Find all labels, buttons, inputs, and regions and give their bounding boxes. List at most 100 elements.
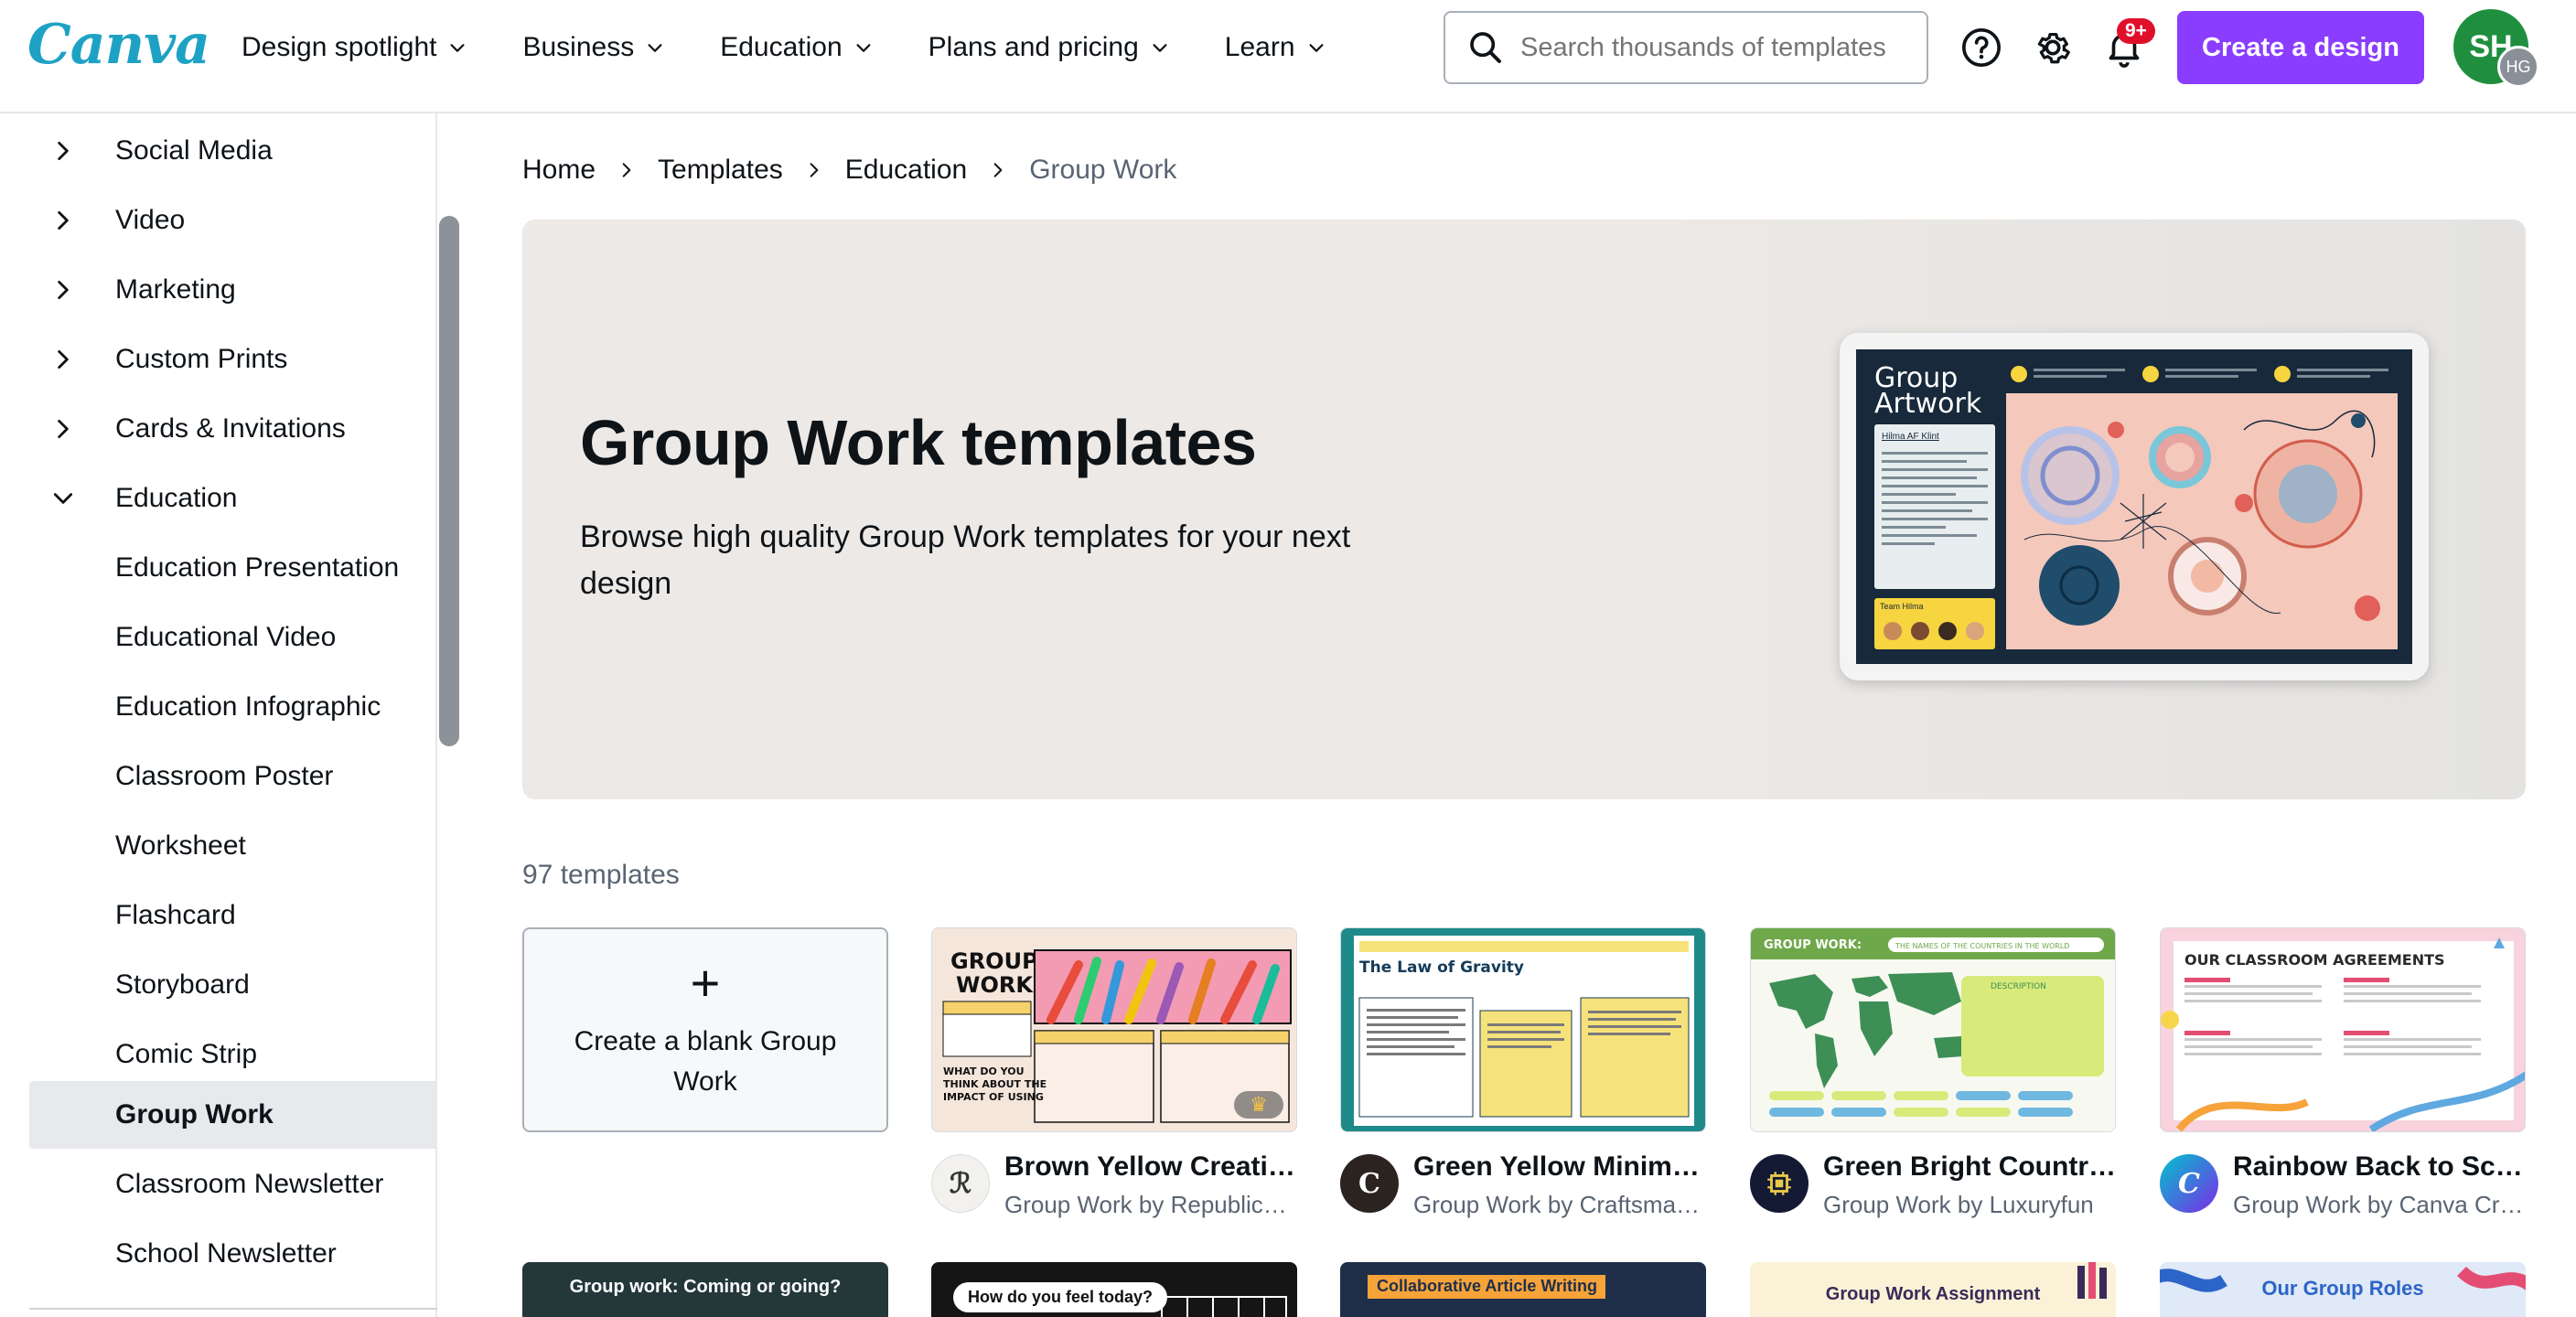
template-thumbnail[interactable]: GROUP WORK: THE NAMES OF THE COUNTRIES I… — [1750, 927, 2116, 1132]
thumbnail-art: OUR CLASSROOM AGREEMENTS — [2161, 928, 2525, 1131]
nav-education[interactable]: Education — [720, 32, 873, 63]
nav-business[interactable]: Business — [522, 32, 665, 63]
thumbnail-art: GROUP WORK: THE NAMES OF THE COUNTRIES I… — [1751, 928, 2115, 1131]
create-blank-button[interactable]: + Create a blank Group Work — [522, 927, 888, 1132]
search-box[interactable] — [1444, 11, 1928, 84]
thumb-heading: Group work: Coming or going? — [569, 1277, 842, 1297]
sidebar-item-flashcard[interactable]: Flashcard — [29, 882, 435, 949]
preview-steps — [2011, 366, 2388, 382]
sidebar-item-education-presentation[interactable]: Education Presentation — [29, 534, 435, 602]
settings-button[interactable] — [2027, 22, 2078, 73]
sidebar-item-marketing[interactable]: Marketing — [29, 256, 435, 324]
sidebar-item-storyboard[interactable]: Storyboard — [29, 951, 435, 1019]
template-thumbnail[interactable]: The Law of Gravity — [1340, 927, 1706, 1132]
svg-text:IMPACT OF USING: IMPACT OF USING — [943, 1091, 1044, 1103]
sidebar-item-label: Educational Video — [115, 622, 337, 652]
creator-avatar[interactable] — [1750, 1154, 1809, 1213]
template-thumbnail[interactable]: Group Work Assignment — [1750, 1262, 2116, 1317]
create-blank-label: Create a blank Group Work — [574, 1026, 837, 1097]
template-card[interactable]: The Law of Gravity C Green Yellow Minima… — [1340, 927, 1706, 1218]
help-button[interactable] — [1956, 22, 2007, 73]
plus-icon: + — [690, 954, 721, 1012]
create-design-button[interactable]: Create a design — [2177, 11, 2424, 84]
chevron-right-icon — [58, 349, 69, 369]
sidebar-item-classroom-poster[interactable]: Classroom Poster — [29, 743, 435, 810]
nav-plans-and-pricing[interactable]: Plans and pricing — [928, 32, 1170, 63]
search-input[interactable] — [1520, 32, 1886, 63]
thumb-heading: Group Work Assignment — [1825, 1284, 2041, 1304]
nav-learn[interactable]: Learn — [1225, 32, 1326, 63]
sidebar-item-video[interactable]: Video — [29, 187, 435, 254]
template-thumbnail[interactable]: Group work: Coming or going? — [522, 1262, 888, 1317]
template-thumbnail[interactable]: Collaborative Article Writing — [1340, 1262, 1706, 1317]
sidebar-item-cards-invitations[interactable]: Cards & Invitations — [29, 395, 435, 463]
sidebar-divider — [29, 1308, 437, 1310]
template-title[interactable]: Green Yellow Minimalist Group Work — [1413, 1151, 1706, 1183]
team-avatar[interactable]: HG — [2497, 46, 2539, 88]
template-subtitle: Group Work by RepublicDesign — [1004, 1191, 1297, 1218]
template-thumbnail[interactable]: OUR CLASSROOM AGREEMENTS — [2160, 927, 2526, 1132]
template-count: 97 templates — [522, 860, 680, 890]
sidebar-item-worksheet[interactable]: Worksheet — [29, 812, 435, 880]
chevron-down-icon — [856, 44, 871, 52]
thumb-heading: Our Group Roles — [2261, 1277, 2424, 1300]
sidebar-item-education-infographic[interactable]: Education Infographic — [29, 673, 435, 741]
chevron-down-icon — [53, 493, 73, 504]
svg-text:DESCRIPTION: DESCRIPTION — [1991, 982, 2046, 991]
chevron-right-icon — [58, 419, 69, 439]
creator-avatar[interactable]: C — [1340, 1154, 1399, 1213]
nav-label: Plans and pricing — [928, 32, 1139, 62]
template-thumbnail[interactable]: How do you feel today? — [931, 1262, 1297, 1317]
nav-design-spotlight[interactable]: Design spotlight — [242, 32, 467, 63]
sidebar: Social Media Video Marketing Custom Prin… — [0, 113, 437, 1317]
chevron-right-icon — [58, 210, 69, 230]
main-nav: Design spotlight Business Education Plan… — [242, 0, 1381, 95]
sidebar-item-classroom-newsletter[interactable]: Classroom Newsletter — [29, 1151, 435, 1218]
notification-badge: 9+ — [2117, 18, 2155, 44]
sidebar-item-social-media[interactable]: Social Media — [29, 117, 435, 185]
preview-card-heading: Hilma AF Klint — [1882, 432, 1939, 442]
thumb-heading: GROUP — [950, 948, 1038, 974]
creator-avatar[interactable]: ℛ — [931, 1154, 990, 1213]
breadcrumb-education[interactable]: Education — [845, 155, 967, 186]
sidebar-item-educational-video[interactable]: Educational Video — [29, 604, 435, 671]
svg-text:THE NAMES OF THE COUNTRIES IN: THE NAMES OF THE COUNTRIES IN THE WORLD — [1894, 942, 2069, 950]
svg-text:THINK ABOUT THE: THINK ABOUT THE — [943, 1078, 1046, 1090]
template-title[interactable]: Brown Yellow Creative Group Work — [1004, 1151, 1297, 1183]
template-subtitle: Group Work by Luxuryfun — [1823, 1191, 2094, 1218]
template-card[interactable]: GROUP WORK: THE NAMES OF THE COUNTRIES I… — [1750, 927, 2116, 1218]
sidebar-item-label: School Newsletter — [115, 1238, 337, 1269]
nav-label: Learn — [1224, 32, 1295, 62]
breadcrumb-current: Group Work — [1029, 155, 1177, 185]
template-thumbnail[interactable]: GROUP WORK WHAT DO YOU THINK ABOUT THE I… — [931, 927, 1297, 1132]
chip-icon — [1767, 1172, 1791, 1195]
canva-logo[interactable]: Canva — [27, 13, 210, 77]
sidebar-item-label: Flashcard — [115, 900, 236, 930]
nav-label: Design spotlight — [242, 32, 437, 62]
template-title[interactable]: Green Bright Countries Group Work — [1823, 1151, 2116, 1183]
sidebar-scrollbar[interactable] — [439, 216, 459, 746]
breadcrumb-templates[interactable]: Templates — [658, 155, 783, 186]
preview-team-card: Team Hilma — [1874, 598, 1995, 649]
page-title: Group Work templates — [580, 407, 1257, 478]
sidebar-item-label: Group Work — [115, 1099, 274, 1130]
sidebar-item-school-newsletter[interactable]: School Newsletter — [29, 1220, 435, 1288]
sidebar-item-label: Worksheet — [115, 830, 246, 861]
help-icon — [1962, 28, 2001, 67]
template-thumbnail[interactable]: Our Group Roles — [2160, 1262, 2526, 1317]
sidebar-item-comic-strip[interactable]: Comic Strip — [29, 1021, 435, 1088]
template-title[interactable]: Rainbow Back to School Group Work — [2233, 1151, 2526, 1183]
sidebar-item-label: Classroom Newsletter — [115, 1169, 384, 1199]
sidebar-item-group-work[interactable]: Group Work — [29, 1081, 435, 1149]
abstract-art — [2021, 410, 2380, 626]
template-card[interactable]: OUR CLASSROOM AGREEMENTS C Rainbow Back … — [2160, 927, 2526, 1218]
breadcrumb-home[interactable]: Home — [522, 155, 596, 186]
sidebar-item-custom-prints[interactable]: Custom Prints — [29, 326, 435, 393]
creator-avatar[interactable]: C — [2160, 1154, 2218, 1213]
chevron-down-icon — [648, 44, 662, 52]
sidebar-item-label: Education Infographic — [115, 691, 381, 722]
sidebar-item-education[interactable]: Education — [29, 465, 435, 532]
template-card[interactable]: GROUP WORK WHAT DO YOU THINK ABOUT THE I… — [931, 927, 1297, 1218]
template-subtitle: Group Work by Craftsman Studio — [1413, 1191, 1706, 1218]
thumb-heading: Collaborative Article Writing — [1377, 1277, 1598, 1295]
